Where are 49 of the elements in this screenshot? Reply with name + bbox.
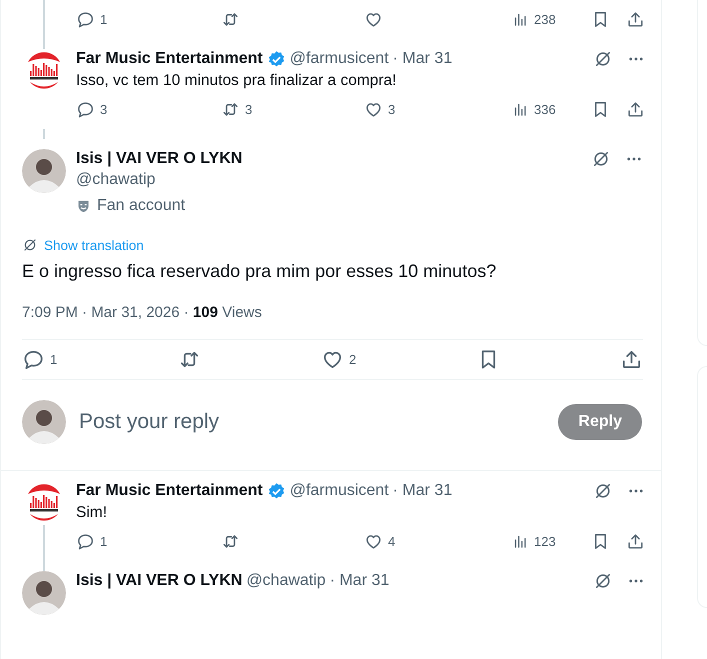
translate-icon xyxy=(22,237,38,253)
avatar[interactable] xyxy=(22,571,66,615)
like-count: 3 xyxy=(388,102,396,117)
post-text: Isso, vc tem 10 minutos pra finalizar a compra! xyxy=(76,72,398,90)
reply-icon xyxy=(76,100,95,119)
author-name[interactable]: Isis | VAI VER O LYKN xyxy=(76,150,242,168)
reply-count: 1 xyxy=(100,534,108,549)
post-date[interactable]: · Mar 31 xyxy=(330,572,390,590)
view-count: 238 xyxy=(534,12,556,27)
like-count: 2 xyxy=(348,352,356,367)
reply-count: 3 xyxy=(100,102,108,117)
author-name[interactable]: Far Music Entertainment xyxy=(76,482,263,500)
author-name[interactable]: Isis | VAI VER O LYKN xyxy=(76,572,242,590)
reply-count: 1 xyxy=(100,12,108,27)
post-meta: 7:09 PM · Mar 31, 2026 · 109 Views xyxy=(22,304,643,340)
share-icon xyxy=(626,100,645,119)
slashed-circle-icon xyxy=(591,149,611,169)
view-count: 123 xyxy=(534,534,556,549)
post-text: E o ingresso fica reservado pra mim por esses 10 minutos? xyxy=(22,261,498,282)
author-handle[interactable]: @farmusicent xyxy=(290,50,389,68)
account-label: Fan account xyxy=(97,197,186,215)
mask-icon xyxy=(76,198,91,214)
slashed-circle-icon xyxy=(593,571,613,591)
slashed-circle-icon xyxy=(593,481,613,501)
view-count: 336 xyxy=(534,102,556,117)
verified-badge-icon xyxy=(266,482,286,500)
repost-count: 3 xyxy=(245,102,252,117)
reply-icon xyxy=(22,348,45,371)
post-date[interactable]: · Mar 31 xyxy=(392,50,452,68)
slashed-circle-icon xyxy=(593,49,613,69)
avatar[interactable] xyxy=(22,400,66,444)
heart-icon xyxy=(364,10,383,29)
reply-icon xyxy=(76,10,95,29)
reply-input[interactable]: Post your reply xyxy=(77,409,548,435)
author-handle[interactable]: @chawatip xyxy=(246,572,326,590)
author-handle[interactable]: @chawatip xyxy=(76,171,643,189)
author-name[interactable]: Far Music Entertainment xyxy=(76,50,263,68)
avatar[interactable] xyxy=(22,149,66,193)
like-count: 4 xyxy=(388,534,396,549)
heart-icon xyxy=(364,532,383,551)
reply-count: 1 xyxy=(50,352,58,367)
verified-badge-icon xyxy=(266,50,286,68)
heart-icon xyxy=(364,100,383,119)
reply-icon xyxy=(76,532,95,551)
share-icon xyxy=(626,10,645,29)
post-text: Sim! xyxy=(76,504,108,522)
post-date[interactable]: · Mar 31 xyxy=(392,482,452,500)
author-handle[interactable]: @farmusicent xyxy=(290,482,389,500)
share-icon xyxy=(626,532,645,551)
